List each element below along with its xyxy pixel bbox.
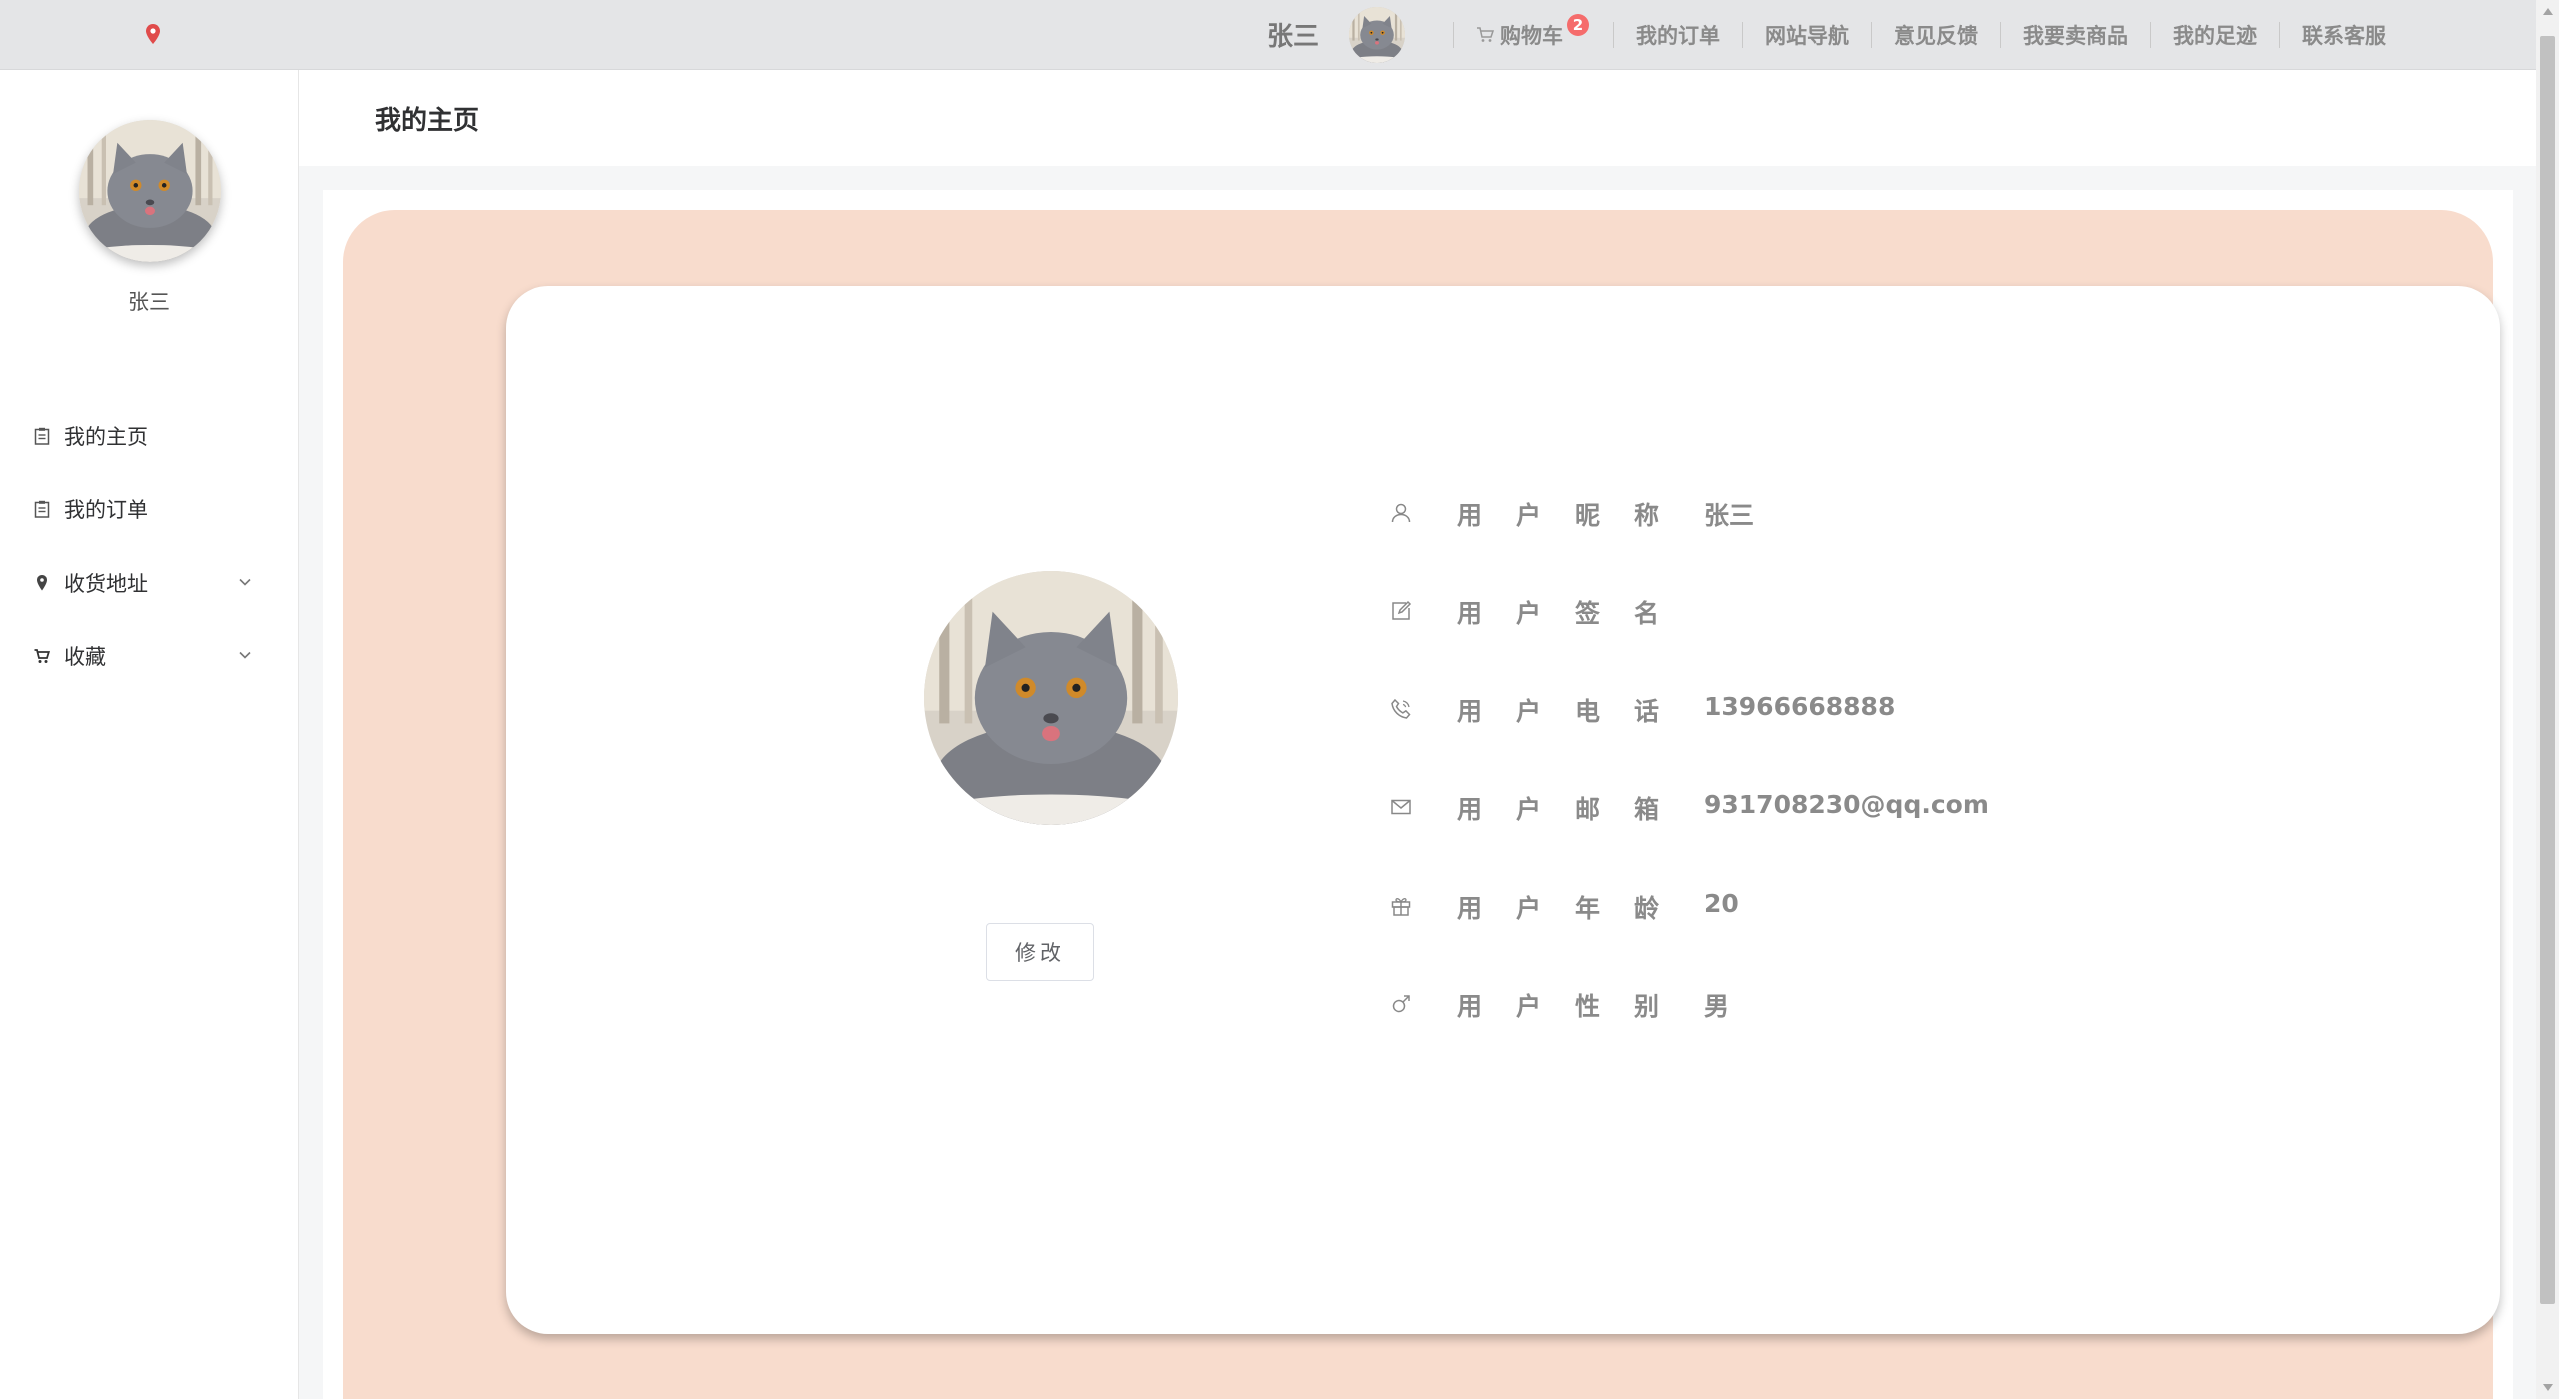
field-label: 用户电话 <box>1457 697 1694 726</box>
nav-link-site-nav[interactable]: 网站导航 <box>1765 20 1849 50</box>
field-value: 张三 <box>1704 501 1755 530</box>
nav-link-feedback[interactable]: 意见反馈 <box>1894 20 1978 50</box>
cart-label: 购物车 <box>1500 23 1563 48</box>
field-label: 用户昵称 <box>1457 501 1694 530</box>
field-value: 男 <box>1704 992 1730 1021</box>
nav-link-sell[interactable]: 我要卖商品 <box>2023 20 2128 50</box>
profile-row-gender: 用户性别 男 <box>1390 983 2290 1023</box>
field-label: 用户年龄 <box>1457 894 1694 923</box>
profile-row-email: 用户邮箱 931708230@qq.com <box>1390 786 2290 826</box>
scroll-up-arrow-icon[interactable] <box>2543 8 2553 15</box>
edit-profile-button[interactable]: 修改 <box>986 923 1094 981</box>
field-label: 用户邮箱 <box>1457 795 1694 824</box>
top-nav: 张三 购物车 2 我的订单 网站导航 意见反馈 我要卖商品 我的足迹 联系客服 <box>1267 0 2386 69</box>
divider <box>2279 21 2280 48</box>
nav-link-my-orders[interactable]: 我的订单 <box>1636 20 1720 50</box>
field-label: 用户性别 <box>1457 992 1694 1021</box>
divider <box>2150 21 2151 48</box>
location-icon <box>37 575 47 591</box>
scroll-down-arrow-icon[interactable] <box>2543 1384 2553 1391</box>
profile-row-signature: 用户签名 <box>1390 590 2290 630</box>
profile-row-nickname: 用户昵称 张三 <box>1390 492 2290 532</box>
sidebar: 张三 我的主页 我的订单 收货地址 收藏 <box>0 70 299 1399</box>
cart-icon <box>1477 26 1494 42</box>
profile-card: 修改 用户昵称 张三 用户签名 用户电话 13966668888 用户邮箱 93… <box>506 286 2500 1334</box>
top-avatar[interactable] <box>1349 6 1405 63</box>
sidebar-avatar[interactable] <box>79 120 221 262</box>
divider <box>1613 21 1614 48</box>
top-user-name[interactable]: 张三 <box>1267 16 1319 53</box>
cart-count-badge: 2 <box>1567 13 1589 36</box>
field-value: 20 <box>1704 889 1739 918</box>
sidebar-item-label: 我的订单 <box>64 498 148 522</box>
page-scrollbar[interactable] <box>2536 0 2559 1399</box>
location-pin-icon[interactable] <box>146 24 160 44</box>
sidebar-item-address[interactable]: 收货地址 <box>0 553 298 613</box>
user-icon <box>1391 503 1411 523</box>
sidebar-item-orders[interactable]: 我的订单 <box>0 479 298 539</box>
mail-icon <box>1391 799 1411 815</box>
phone-icon <box>1391 698 1411 719</box>
page-title: 我的主页 <box>375 106 480 136</box>
chevron-down-icon[interactable] <box>238 575 252 589</box>
divider <box>2000 21 2001 48</box>
divider <box>1453 21 1454 48</box>
sidebar-item-label: 我的主页 <box>64 425 148 449</box>
sidebar-item-label: 收藏 <box>64 645 106 669</box>
edit-icon <box>1392 600 1412 620</box>
divider <box>1871 21 1872 48</box>
cart-icon <box>34 649 50 663</box>
field-value: 931708230@qq.com <box>1704 790 1989 819</box>
male-icon <box>1392 995 1410 1013</box>
sidebar-item-favorites[interactable]: 收藏 <box>0 626 298 686</box>
profile-row-phone: 用户电话 13966668888 <box>1390 688 2290 728</box>
top-bar: 张三 购物车 2 我的订单 网站导航 意见反馈 我要卖商品 我的足迹 联系客服 <box>0 0 2536 70</box>
scroll-thumb[interactable] <box>2540 36 2555 1304</box>
gift-icon <box>1391 898 1411 916</box>
sidebar-user-name: 张三 <box>128 290 170 314</box>
field-label: 用户签名 <box>1457 599 1694 628</box>
sidebar-item-home[interactable]: 我的主页 <box>0 406 298 466</box>
nav-link-footprints[interactable]: 我的足迹 <box>2173 20 2257 50</box>
clipboard-icon <box>34 500 50 518</box>
profile-row-age: 用户年龄 20 <box>1390 885 2290 925</box>
clipboard-icon <box>34 427 50 445</box>
sidebar-item-label: 收货地址 <box>64 572 148 596</box>
profile-avatar[interactable] <box>924 571 1178 825</box>
field-value: 13966668888 <box>1704 692 1896 721</box>
nav-link-support[interactable]: 联系客服 <box>2302 20 2386 50</box>
cart-link[interactable]: 购物车 2 <box>1476 13 1589 50</box>
chevron-down-icon[interactable] <box>238 648 252 662</box>
page-header: 我的主页 <box>299 70 2536 166</box>
divider <box>1742 21 1743 48</box>
